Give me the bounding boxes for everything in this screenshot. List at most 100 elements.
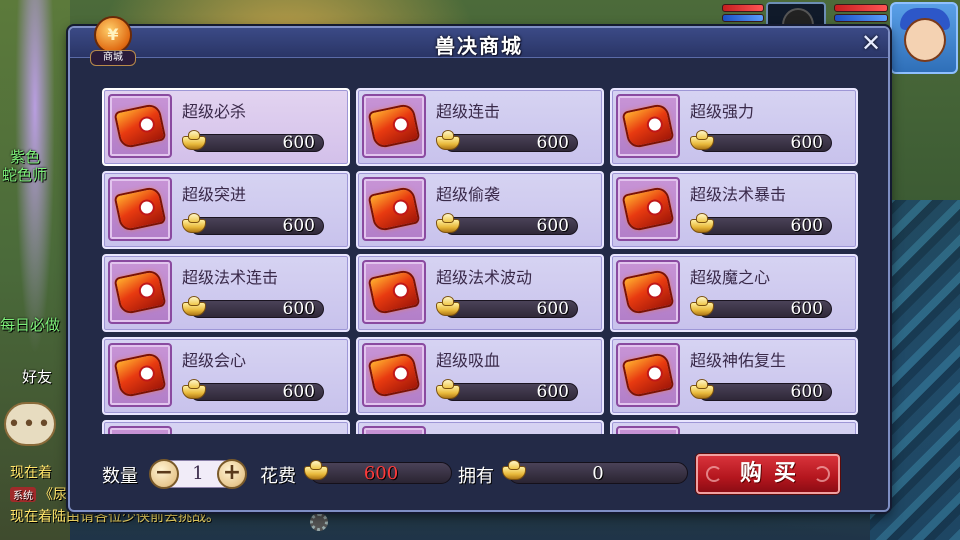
pet-hp-bar	[722, 4, 764, 12]
left-scene-decoration	[0, 0, 70, 540]
shop-item-card[interactable]: 超级连击 600	[356, 88, 604, 166]
minus-icon: −	[154, 460, 174, 485]
plus-icon: +	[222, 460, 242, 485]
gold-ingot-icon	[180, 128, 208, 152]
item-name: 超级反震	[436, 430, 500, 434]
decrease-quantity-button[interactable]: −	[149, 459, 179, 489]
gold-ingot-icon	[688, 211, 716, 235]
item-name: 超级必杀	[182, 102, 247, 121]
item-price: 600	[282, 216, 315, 236]
item-price-bar: 600	[444, 133, 578, 153]
item-price: 600	[536, 216, 569, 236]
owned-display: 0	[508, 462, 688, 484]
close-button[interactable]: ✕	[858, 30, 884, 56]
gold-ingot-icon	[688, 294, 716, 318]
friends-button[interactable]: 好友	[22, 366, 52, 387]
gold-ingot-icon	[180, 377, 208, 401]
item-price: 600	[282, 299, 315, 319]
shop-item-card[interactable]: 超级法术连击 600	[102, 254, 350, 332]
gold-ingot-icon	[688, 377, 716, 401]
item-price-bar: 600	[444, 216, 578, 236]
item-name: 超级吸血	[436, 351, 501, 370]
gold-ingot-icon	[180, 211, 208, 235]
item-price-bar: 600	[444, 299, 578, 319]
shop-item-card[interactable]: 超级吸血 600	[356, 337, 604, 415]
skill-book-icon	[108, 94, 172, 158]
close-icon: ✕	[860, 29, 882, 57]
item-price-bar: 600	[698, 216, 832, 236]
cost-display: 600	[310, 462, 452, 484]
hero-avatar[interactable]	[890, 2, 958, 74]
shop-item-card[interactable]: 超级魔之心 600	[610, 254, 858, 332]
shop-item-card[interactable]: 超级必杀 600	[102, 88, 350, 166]
item-grid[interactable]: 超级必杀 600 超级连击 600 超级强力 600 超级突进 600 超级偷袭 600 超级法术暴…	[102, 88, 860, 434]
skill-book-icon	[362, 94, 426, 158]
gold-ingot-icon	[500, 458, 528, 482]
item-name: 超级法术波动	[436, 268, 533, 287]
skill-book-icon	[616, 94, 680, 158]
buy-button[interactable]: 购买	[696, 454, 840, 494]
quantity-value[interactable]: 1	[181, 463, 215, 484]
daily-tasks-button[interactable]: 每日必做	[0, 314, 60, 335]
shop-item-card[interactable]: 超级夜战600	[102, 420, 350, 434]
shop-item-card[interactable]: 超级神佑复生 600	[610, 337, 858, 415]
gold-ingot-icon	[688, 128, 716, 152]
skill-book-icon	[616, 177, 680, 241]
item-name: 超级偷袭	[436, 185, 501, 204]
shop-window: 兽决商城 ✕ ¥ 商城 超级必杀 600 超级连击 600 超级强力 600 超级突进 600…	[68, 16, 890, 512]
shop-item-card[interactable]: 超级神迹600	[610, 420, 858, 434]
hero-hp-bar	[834, 4, 888, 12]
increase-quantity-button[interactable]: +	[217, 459, 247, 489]
item-name: 超级会心	[182, 351, 247, 370]
chat-bubble-icon[interactable]: •••	[4, 402, 56, 446]
shop-item-card[interactable]: 超级法术波动 600	[356, 254, 604, 332]
buy-button-label: 购买	[739, 461, 808, 486]
shop-item-card[interactable]: 超级会心 600	[102, 337, 350, 415]
hero-portrait	[904, 18, 946, 62]
item-price-bar: 600	[698, 382, 832, 402]
quantity-label: 数量	[102, 466, 138, 487]
npc-title-label: 蛇色师	[2, 166, 48, 184]
coin-icon: ¥	[94, 16, 132, 54]
item-price-bar: 600	[190, 299, 324, 319]
skill-book-icon	[362, 343, 426, 407]
item-price-bar: 600	[698, 133, 832, 153]
gold-ingot-icon	[302, 458, 330, 482]
item-name: 超级强力	[690, 102, 755, 121]
gear-icon[interactable]	[310, 513, 328, 531]
item-name: 超级神迹	[690, 430, 754, 434]
shop-item-card[interactable]: 超级反震600	[356, 420, 604, 434]
item-name: 超级夜战	[182, 430, 246, 434]
skill-book-icon	[616, 260, 680, 324]
item-name: 超级连击	[436, 102, 501, 121]
item-name: 超级法术连击	[182, 268, 279, 287]
cost-value: 600	[363, 463, 399, 484]
item-price-bar: 600	[190, 133, 324, 153]
item-price: 600	[282, 133, 315, 153]
quantity-stepper: − 1 +	[149, 459, 247, 489]
skill-book-icon	[108, 426, 172, 434]
chat-line: 系统 《尿	[10, 484, 67, 504]
pet-mp-bar	[722, 14, 764, 22]
hero-mp-bar	[834, 14, 888, 22]
shop-header: 兽决商城 ✕	[70, 28, 888, 58]
shop-item-card[interactable]: 超级强力 600	[610, 88, 858, 166]
shop-title: 兽决商城	[435, 34, 523, 58]
shop-item-card[interactable]: 超级偷袭 600	[356, 171, 604, 249]
skill-book-icon	[108, 177, 172, 241]
shop-item-card[interactable]: 超级突进 600	[102, 171, 350, 249]
shop-emblem: ¥ 商城	[90, 16, 136, 68]
item-price-bar: 600	[698, 299, 832, 319]
item-price: 600	[536, 299, 569, 319]
chat-bubble-dots: •••	[7, 411, 53, 437]
item-name: 超级神佑复生	[690, 351, 787, 370]
shop-item-card[interactable]: 超级法术暴击 600	[610, 171, 858, 249]
item-price-bar: 600	[444, 382, 578, 402]
skill-book-icon	[616, 343, 680, 407]
swirl-ornament	[706, 466, 722, 482]
skill-book-icon	[108, 343, 172, 407]
skill-book-icon	[362, 177, 426, 241]
shop-emblem-caption: 商城	[90, 50, 136, 66]
skill-book-icon	[108, 260, 172, 324]
item-price: 600	[536, 382, 569, 402]
